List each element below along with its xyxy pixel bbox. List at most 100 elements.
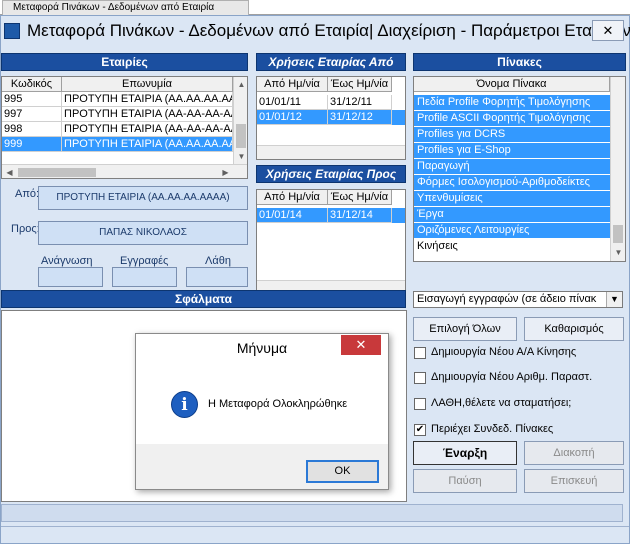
option-checkbox[interactable]: Δημιουργία Νέου Α/Α Κίνησης [414,345,624,361]
years-from-horizontal-scrollbar[interactable] [257,145,405,159]
checkbox-box[interactable] [414,347,426,359]
dialog-close-button[interactable]: ✕ [341,335,381,355]
import-mode-value: Εισαγωγή εγγραφών (σε άδειο πίνακ [417,293,597,305]
tables-vertical-scrollbar[interactable]: ▼ [610,77,625,261]
from-company-field: ΠΡΟΤΥΠΗ ΕΤΑΙΡΙΑ (ΑΑ.ΑΑ.ΑΑ.ΑΑΑΑ) [38,186,248,210]
companies-vertical-scrollbar[interactable]: ▲ ▼ [233,77,247,164]
to-company-field: ΠΑΠΑΣ ΝΙΚΟΛΑΟΣ [38,221,248,245]
checkbox-label: ΛΑΘΗ,θέλετε να σταματήσει; [431,397,572,409]
company-name-cell: ΠΡΟΤΥΠΗ ΕΤΑΙΡΙΑ (ΑΑ.ΑΑ.ΑΑ.ΑΑΑΑ) [62,92,233,107]
to-date-cell: 31/12/14 [328,208,392,223]
list-item[interactable]: Profiles για E-Shop [414,143,610,158]
checkbox-box[interactable]: ✔ [414,424,426,436]
stop-button[interactable]: Διακοπή [524,441,624,465]
start-button[interactable]: Έναρξη [413,441,517,465]
companies-horizontal-scrollbar[interactable]: ◀ ▶ [2,164,247,178]
years-to-grid[interactable]: Από Ημ/νία Έως Ημ/νία 01/01/14 31/12/14 [256,189,406,295]
to-date-cell: 31/12/12 [328,110,392,125]
column-header-from-date[interactable]: Από Ημ/νία [257,77,328,92]
years-from-grid[interactable]: Από Ημ/νία Έως Ημ/νία 01/01/11 31/12/11 01… [256,76,406,160]
company-name-cell: ΠΡΟΤΥΠΗ ΕΤΑΙΡΙΑ (ΑΑ-ΑΑ-ΑΑ-ΑΑΑΑ) [62,107,233,122]
company-name-cell: ΠΡΟΤΥΠΗ ΕΤΑΙΡΙΑ (ΑΑ.ΑΑ.ΑΑ.ΑΑΑΑ) [62,137,233,152]
info-icon: i [171,391,198,418]
errors-count-value [186,267,248,287]
list-item[interactable]: Φόρμες Ισολογισμού-Αριθμοδείκτες [414,175,610,190]
table-row[interactable]: 995ΠΡΟΤΥΠΗ ΕΤΑΙΡΙΑ (ΑΑ.ΑΑ.ΑΑ.ΑΑΑΑ) [2,92,233,107]
column-header-code[interactable]: Κωδικός [2,77,62,92]
reads-value [38,267,103,287]
from-date-cell: 01/01/11 [257,95,328,110]
company-code-cell: 998 [2,122,62,137]
company-code-cell: 995 [2,92,62,107]
import-mode-select[interactable]: Εισαγωγή εγγραφών (σε άδειο πίνακ ▼ [413,291,623,308]
progress-bar [1,504,623,522]
table-row[interactable]: 999ΠΡΟΤΥΠΗ ΕΤΑΙΡΙΑ (ΑΑ.ΑΑ.ΑΑ.ΑΑΑΑ) [2,137,233,152]
scroll-down-icon[interactable]: ▼ [234,149,247,164]
errors-header: Σφάλματα [1,290,406,308]
to-label: Προς: [11,223,40,235]
years-from-header: Χρήσεις Εταιρίας Από [256,53,406,71]
option-checkbox[interactable]: Δημιουργία Νέου Αριθμ. Παραστ. [414,370,624,386]
option-checkbox[interactable]: ΛΑΘΗ,θέλετε να σταματήσει; [414,396,624,412]
errors-count-label: Λάθη [205,255,231,267]
from-date-cell: 01/01/12 [257,110,328,125]
to-date-cell: 31/12/11 [328,95,392,110]
clear-button[interactable]: Καθαρισμός [524,317,624,341]
status-bar [1,526,629,543]
checkbox-label: Περιέχει Συνδεδ. Πίνακες [431,423,554,435]
window-title: Μεταφορά Πινάκων - Δεδομένων από Εταιρία… [27,21,630,40]
list-item[interactable]: Πεδία Profile Φορητής Τιμολόγησης [414,95,610,110]
message-dialog: Μήνυμα ✕ i Η Μεταφορά Ολοκληρώθηκε OK [135,333,389,490]
list-item[interactable]: Profiles για DCRS [414,127,610,142]
ok-button[interactable]: OK [306,460,379,483]
chevron-down-icon[interactable]: ▼ [606,292,622,307]
option-checkbox[interactable]: ✔ Περιέχει Συνδεδ. Πίνακες [414,422,624,438]
table-row[interactable]: 01/01/14 31/12/14 [257,208,405,223]
list-item[interactable]: Έργα [414,207,610,222]
tables-header: Πίνακες [413,53,626,71]
table-row[interactable]: 01/01/11 31/12/11 [257,95,405,110]
list-item[interactable]: Παραγωγή [414,159,610,174]
list-item[interactable]: Οριζόμενες Λειτουργίες [414,223,610,238]
list-item[interactable]: Υπενθυμίσεις [414,191,610,206]
from-label: Από: [15,188,40,200]
tab-strip: Μεταφορά Πινάκων - Δεδομένων από Εταιρία [0,0,630,15]
table-row[interactable]: 998ΠΡΟΤΥΠΗ ΕΤΑΙΡΙΑ (ΑΑ-ΑΑ-ΑΑ-ΑΑΑΑ) [2,122,233,137]
scroll-right-icon[interactable]: ▶ [218,165,233,178]
checkbox-box[interactable] [414,398,426,410]
scroll-thumb[interactable] [613,225,623,243]
reads-label: Ανάγνωση [41,255,93,267]
select-all-button[interactable]: Επιλογή Όλων [413,317,517,341]
tab-transfer-tables[interactable]: Μεταφορά Πινάκων - Δεδομένων από Εταιρία [2,0,249,15]
checkbox-label: Δημιουργία Νέου Αριθμ. Παραστ. [431,371,593,383]
scroll-thumb[interactable] [236,124,246,148]
column-header-to-date[interactable]: Έως Ημ/νία [328,77,392,92]
dialog-message: Η Μεταφορά Ολοκληρώθηκε [208,398,348,410]
company-code-cell: 997 [2,107,62,122]
table-row[interactable]: 01/01/12 31/12/12 [257,110,405,125]
scroll-thumb[interactable] [18,168,96,177]
table-row[interactable]: 997ΠΡΟΤΥΠΗ ΕΤΑΙΡΙΑ (ΑΑ-ΑΑ-ΑΑ-ΑΑΑΑ) [2,107,233,122]
list-item[interactable]: Profile ASCII Φορητής Τιμολόγησης [414,111,610,126]
window-titlebar: Μεταφορά Πινάκων - Δεδομένων από Εταιρία… [1,16,630,48]
window-close-button[interactable]: ✕ [592,20,624,41]
company-name-cell: ΠΡΟΤΥΠΗ ΕΤΑΙΡΙΑ (ΑΑ-ΑΑ-ΑΑ-ΑΑΑΑ) [62,122,233,137]
column-header-from-date[interactable]: Από Ημ/νία [257,190,328,205]
scroll-left-icon[interactable]: ◀ [2,165,17,178]
tables-grid[interactable]: Όνομα Πίνακα Πεδία Profile Φορητής Τιμολ… [413,76,626,262]
pause-button[interactable]: Παύση [413,469,517,493]
app-icon [4,23,20,39]
checkbox-label: Δημιουργία Νέου Α/Α Κίνησης [431,346,577,358]
resume-button[interactable]: Επισκευή [524,469,624,493]
years-to-header: Χρήσεις Εταιρίας Προς [256,165,406,183]
column-header-table-name[interactable]: Όνομα Πίνακα [414,77,610,92]
scroll-up-icon[interactable]: ▲ [234,77,247,92]
companies-header: Εταιρίες [1,53,248,71]
checkbox-box[interactable] [414,372,426,384]
list-item[interactable]: Κινήσεις [414,239,610,254]
column-header-to-date[interactable]: Έως Ημ/νία [328,190,392,205]
scroll-down-icon[interactable]: ▼ [611,245,625,260]
company-code-cell: 999 [2,137,62,152]
column-header-name[interactable]: Επωνυμία [62,77,233,92]
companies-grid[interactable]: Κωδικός Επωνυμία 995 ΠΡΟΤΥΠΗ ΕΤΑΙΡΙΑ (ΑΑ.… [1,76,248,179]
